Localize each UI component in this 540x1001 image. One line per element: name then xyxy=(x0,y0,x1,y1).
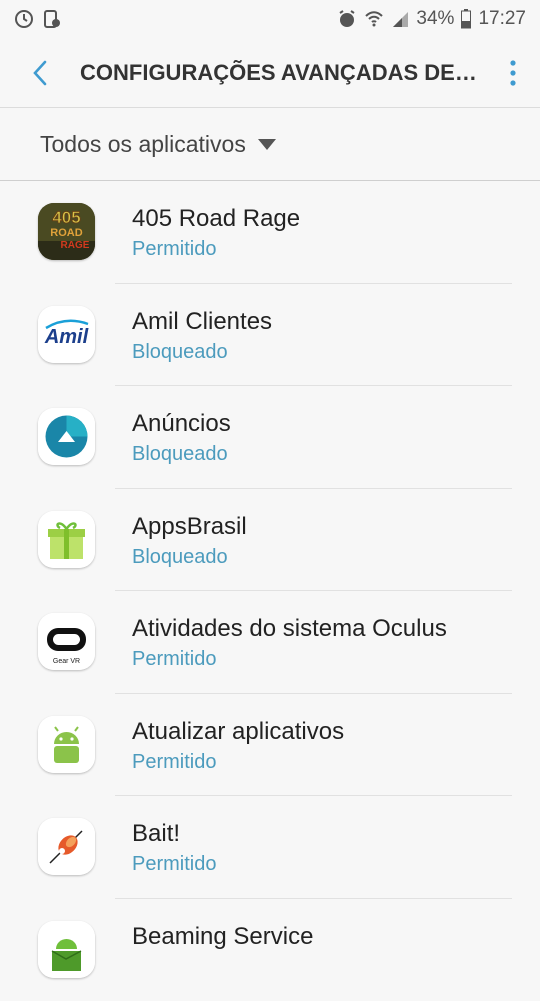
page-title: CONFIGURAÇÕES AVANÇADAS DE N... xyxy=(80,60,486,86)
clock: 17:27 xyxy=(478,8,526,30)
app-bar: CONFIGURAÇÕES AVANÇADAS DE N... xyxy=(0,38,540,108)
amil-app-icon: Amil xyxy=(38,306,95,363)
app-status: Permitido xyxy=(132,648,216,671)
app-name: AppsBrasil xyxy=(132,513,247,541)
app-name: Atualizar aplicativos xyxy=(132,718,344,746)
alarm-icon xyxy=(337,9,357,29)
android-box-icon xyxy=(38,921,95,978)
app-name: 405 Road Rage xyxy=(132,205,300,233)
list-item[interactable]: Gear VR Atividades do sistema Oculus Per… xyxy=(0,591,540,694)
sync-icon xyxy=(14,9,34,29)
app-status: Permitido xyxy=(132,238,216,261)
svg-text:Amil: Amil xyxy=(44,326,89,348)
anuncios-app-icon xyxy=(38,408,95,465)
app-status: Permitido xyxy=(132,853,216,876)
back-button[interactable] xyxy=(0,38,80,108)
screenshot-icon xyxy=(42,9,62,29)
app-filter-dropdown[interactable]: Todos os aplicativos xyxy=(0,109,540,181)
more-options-button[interactable] xyxy=(486,38,540,108)
svg-text:RAGE: RAGE xyxy=(61,240,90,251)
app-status: Bloqueado xyxy=(132,341,228,364)
more-vert-icon xyxy=(509,59,517,87)
list-item[interactable]: Amil Amil Clientes Bloqueado xyxy=(0,284,540,387)
android-icon xyxy=(38,716,95,773)
svg-text:ROAD: ROAD xyxy=(50,227,82,239)
battery-icon xyxy=(461,9,471,29)
list-item[interactable]: Anúncios Bloqueado xyxy=(0,386,540,489)
app-list: 405 ROAD RAGE 405 Road Rage Permitido Am… xyxy=(0,181,540,1001)
gift-icon xyxy=(38,511,95,568)
svg-text:Gear VR: Gear VR xyxy=(53,658,80,665)
list-item[interactable]: 405 ROAD RAGE 405 Road Rage Permitido xyxy=(0,181,540,284)
app-name: Atividades do sistema Oculus xyxy=(132,615,447,643)
app-status: Bloqueado xyxy=(132,546,228,569)
list-item[interactable]: Atualizar aplicativos Permitido xyxy=(0,694,540,797)
app-name: Anúncios xyxy=(132,410,231,438)
list-item[interactable]: AppsBrasil Bloqueado xyxy=(0,489,540,592)
app-name: Amil Clientes xyxy=(132,308,272,336)
wifi-icon xyxy=(364,9,384,29)
app-name: Beaming Service xyxy=(132,923,313,951)
filter-label: Todos os aplicativos xyxy=(40,131,246,158)
app-name: Bait! xyxy=(132,820,180,848)
app-status: Permitido xyxy=(132,751,216,774)
battery-percent: 34% xyxy=(416,8,454,30)
dropdown-arrow-icon xyxy=(258,139,276,150)
svg-text:405: 405 xyxy=(52,208,80,227)
list-item[interactable]: Beaming Service xyxy=(0,899,540,1001)
fishing-bobber-icon xyxy=(38,818,95,875)
status-bar: 34% 17:27 xyxy=(0,0,540,38)
gear-vr-icon: Gear VR xyxy=(38,613,95,670)
back-arrow-icon xyxy=(31,59,49,87)
app-status: Bloqueado xyxy=(132,443,228,466)
list-item[interactable]: Bait! Permitido xyxy=(0,796,540,899)
signal-icon xyxy=(391,10,409,28)
road-rage-app-icon: 405 ROAD RAGE xyxy=(38,203,95,260)
